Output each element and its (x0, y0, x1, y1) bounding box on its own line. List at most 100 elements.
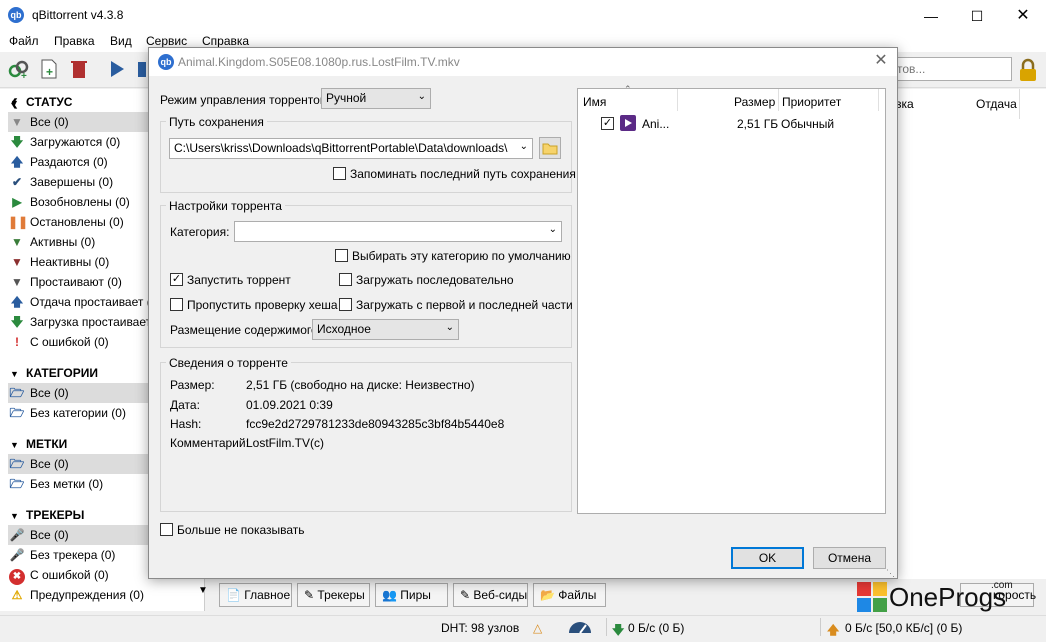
tab-label: Файлы (558, 588, 597, 602)
upload-speed[interactable]: 0 Б/с [50,0 КБ/с] (0 Б) (845, 621, 962, 635)
tags-section-header[interactable]: ▼ МЕТКИ (10, 437, 67, 451)
trackers-section-header[interactable]: ▼ ТРЕКЕРЫ (10, 508, 84, 522)
arrow-up-icon: 🡅 (10, 155, 24, 169)
menu-help[interactable]: Справка (202, 34, 249, 48)
management-mode-select[interactable]: Ручной ⌄ (321, 88, 431, 109)
info-comment-value: LostFilm.TV(c) (246, 436, 324, 450)
arrow-down-icon: 🡇 (10, 315, 24, 329)
column-header-upload[interactable]: Отдача (976, 97, 1017, 111)
add-link-icon[interactable]: + (8, 58, 30, 80)
column-header-name[interactable]: Имя (583, 95, 606, 109)
sidebar-tracker-item[interactable]: ⚠ Предупреждения (0) (8, 585, 204, 605)
info-hash-value: fcc9e2d2729781233de80943285c3bf84b5440e8 (246, 417, 505, 431)
folder-icon: 🗁 (9, 386, 25, 400)
menu-file[interactable]: Файл (9, 34, 39, 48)
download-speed[interactable]: 0 Б/с (0 Б) (628, 621, 684, 635)
browse-folder-button[interactable] (539, 137, 561, 159)
pause-icon: ❚❚ (8, 215, 29, 229)
menu-tools[interactable]: Сервис (146, 34, 187, 48)
column-header-download[interactable]: зка (896, 97, 914, 111)
resize-grip-icon[interactable]: ⋱ (886, 568, 895, 579)
skip-hash-checkbox[interactable] (170, 298, 183, 311)
save-path-group-title: Путь сохранения (166, 115, 267, 129)
dont-show-again-checkbox[interactable] (160, 523, 173, 536)
save-path-combobox[interactable]: C:\Users\kriss\Downloads\qBittorrentPort… (169, 138, 533, 159)
section-title: ТРЕКЕРЫ (26, 508, 85, 522)
remember-path-checkbox[interactable] (333, 167, 346, 180)
dialog-close-icon[interactable]: ✕ (868, 50, 894, 72)
watermark-suffix: .com (991, 580, 1013, 591)
tab-label: Главное (244, 588, 291, 602)
section-title: СТАТУС (26, 95, 73, 109)
chevron-down-icon: ▼ (10, 440, 19, 450)
tab-web-seeds[interactable]: ✎ Веб-сиды (453, 583, 528, 607)
tab-icon: ✎ (304, 588, 315, 602)
sidebar-item-label: Завершены (0) (30, 175, 114, 189)
delete-icon[interactable] (68, 58, 90, 80)
sidebar-item-label: Без трекера (0) (30, 548, 116, 562)
resume-icon[interactable] (106, 58, 128, 80)
warning-icon: ⚠ (11, 588, 23, 602)
dont-show-again-label: Больше не показывать (177, 523, 305, 537)
default-category-checkbox[interactable] (335, 249, 348, 262)
status-section-header[interactable]: ▼ СТАТУС (10, 95, 72, 109)
chevron-down-icon: ⌄ (548, 224, 557, 235)
column-header-size[interactable]: Размер (734, 95, 775, 109)
menu-edit[interactable]: Правка (54, 34, 95, 48)
svg-text:+: + (21, 71, 27, 80)
file-tree[interactable] (577, 88, 886, 514)
cancel-button[interactable]: Отмена (813, 547, 886, 569)
content-layout-label: Размещение содержимого: (170, 323, 321, 337)
menu-view[interactable]: Вид (110, 34, 132, 48)
close-icon[interactable]: ✕ (1000, 0, 1046, 32)
torrent-settings-group-title: Настройки торрента (166, 199, 285, 213)
minimize-icon[interactable]: — (908, 0, 954, 32)
checkmark-icon: ✔ (11, 175, 23, 189)
sidebar-item-label: Возобновлены (0) (30, 195, 130, 209)
sidebar-item-label: Все (0) (30, 528, 69, 542)
tab-icon: 👥 (382, 588, 397, 602)
filter-icon: ▼ (11, 235, 23, 249)
sequential-label: Загружать последовательно (356, 273, 514, 287)
file-name: Ani... (642, 117, 670, 131)
chevron-down-icon: ⌄ (519, 141, 528, 152)
management-mode-label: Режим управления торрентом: (160, 93, 332, 107)
info-comment-key: Комментарий: (170, 436, 249, 450)
maximize-icon[interactable]: ☐ (954, 0, 1000, 32)
oneprogs-logo-icon (857, 582, 887, 612)
filter-icon: ▼ (11, 115, 23, 129)
lock-icon[interactable] (1017, 58, 1039, 82)
watermark-text: OneProgs (889, 582, 1007, 612)
file-size: 2,51 ГБ (737, 117, 779, 131)
pause-toolbar-icon[interactable] (136, 58, 148, 80)
tab-general[interactable]: 📄 Главное (219, 583, 292, 607)
tab-trackers[interactable]: ✎ Трекеры (297, 583, 370, 607)
add-torrent-file-icon[interactable]: + (38, 58, 60, 80)
content-layout-select[interactable]: Исходное ⌄ (312, 319, 459, 340)
tracker-icon: 🎤 (9, 548, 25, 562)
category-combobox[interactable]: ⌄ (234, 221, 562, 242)
column-divider (677, 89, 678, 111)
collapse-panel-icon[interactable]: ▼ (198, 585, 208, 596)
tab-files[interactable]: 📂 Файлы (533, 583, 606, 607)
oneprogs-watermark: OneProgs .com (855, 580, 1046, 614)
folder-icon: 🗁 (9, 477, 25, 491)
tab-label: Пиры (400, 588, 431, 602)
sequential-checkbox[interactable] (339, 273, 352, 286)
tab-peers[interactable]: 👥 Пиры (375, 583, 448, 607)
sidebar-item-label: Предупреждения (0) (30, 588, 144, 602)
first-last-checkbox[interactable] (339, 298, 352, 311)
section-title: КАТЕГОРИИ (26, 366, 98, 380)
file-priority[interactable]: Обычный (781, 117, 834, 131)
start-torrent-checkbox[interactable]: ✓ (170, 273, 183, 286)
speedometer-icon[interactable] (567, 620, 593, 634)
tab-icon: ✎ (460, 588, 471, 602)
ok-button[interactable]: OK (731, 547, 804, 569)
dialog-app-icon: qb (158, 54, 174, 70)
column-header-priority[interactable]: Приоритет (782, 95, 841, 109)
sidebar-item-label: Отдача простаивает (0) (30, 295, 162, 309)
info-size-value: 2,51 ГБ (свободно на диске: Неизвестно) (246, 378, 475, 392)
file-checkbox[interactable]: ✓ (601, 117, 614, 130)
categories-section-header[interactable]: ▼ КАТЕГОРИИ (10, 366, 98, 380)
sidebar-item-label: С ошибкой (0) (30, 335, 109, 349)
